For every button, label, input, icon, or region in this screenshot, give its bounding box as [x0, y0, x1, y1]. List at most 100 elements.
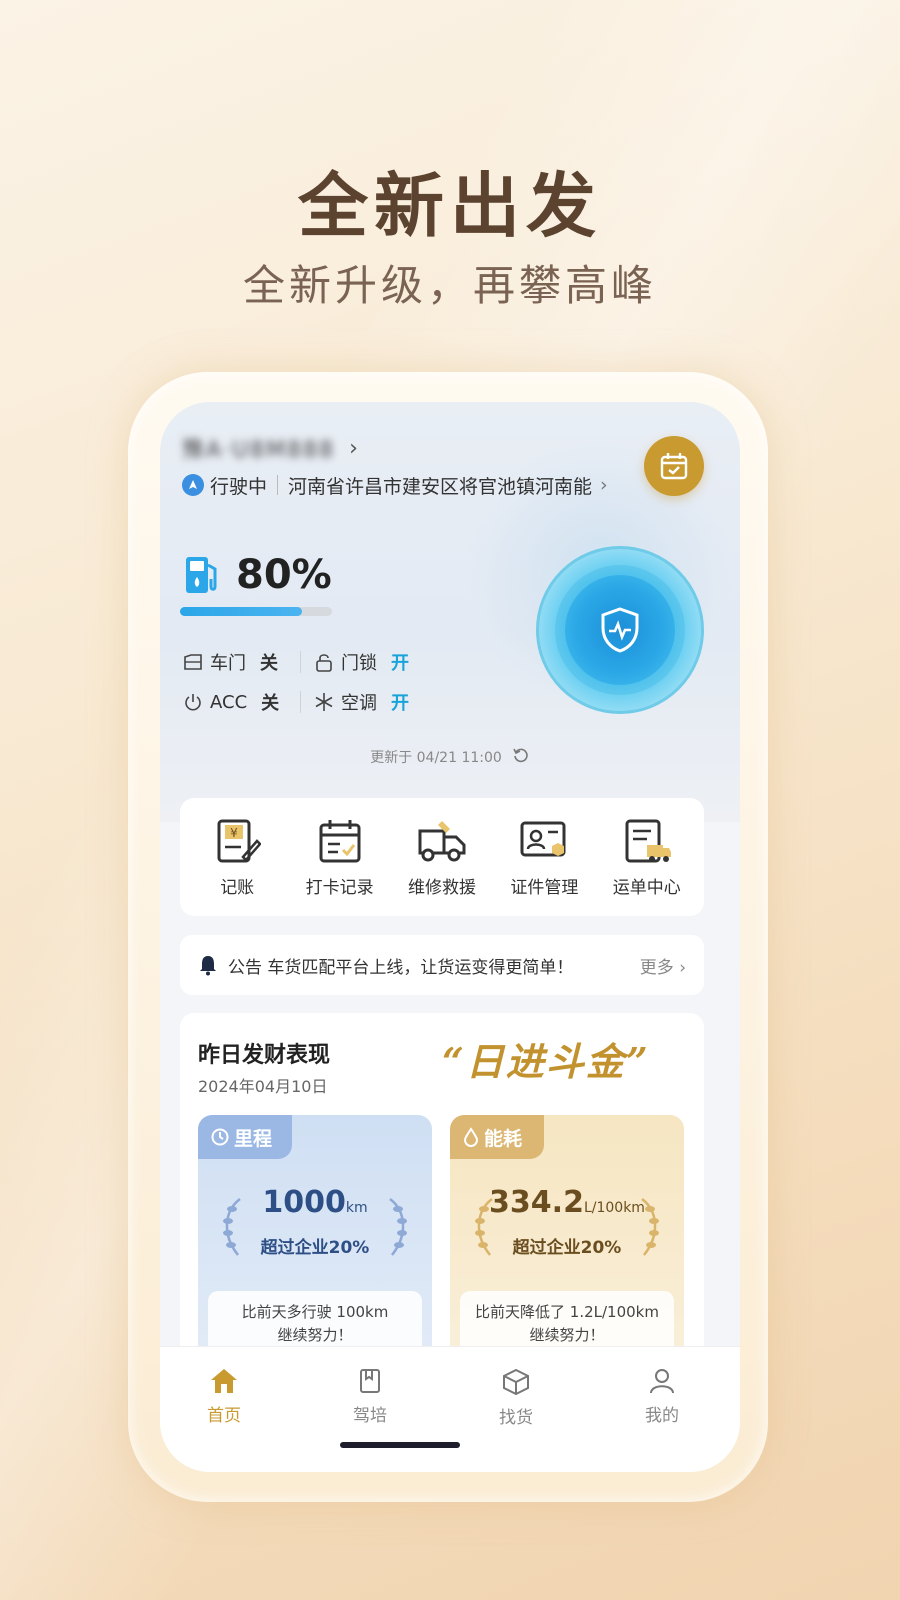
- id-card-icon: [520, 821, 566, 856]
- tab-find-goods[interactable]: 找货: [456, 1367, 576, 1428]
- more-label: 更多: [639, 957, 674, 978]
- calendar-check-icon: [319, 819, 361, 862]
- home-icon: [211, 1369, 237, 1393]
- promo-subline: 全新升级，再攀高峰: [242, 261, 657, 310]
- plate-number: 豫A·U8M888: [182, 438, 336, 463]
- energy-note-line2: 继续努力！: [529, 1326, 605, 1344]
- shield-inner: [565, 575, 675, 685]
- fuel-progress-fill: [180, 607, 302, 616]
- tab-training[interactable]: 驾培: [310, 1367, 430, 1426]
- tab-label: 驾培: [353, 1406, 387, 1426]
- promo-headline: 全新出发: [298, 165, 602, 247]
- book-icon: [360, 1369, 380, 1393]
- performance-motto: “日进斗金”: [442, 1039, 650, 1084]
- quick-actions-card: ¥ 记账 打卡记录 维修救援 证件管理 运单中心: [180, 798, 704, 916]
- tab-label: 找货: [499, 1408, 533, 1428]
- energy-value: 334.2: [489, 1185, 584, 1220]
- mileage-tag: 里程: [198, 1115, 292, 1159]
- vehicle-state-grid: 车门 关 门锁 开 ACC 关 空调 开: [182, 642, 442, 722]
- fuel-percent: 80%: [236, 552, 332, 598]
- checkin-calendar-button[interactable]: [644, 436, 704, 496]
- state-row: 车门 关 门锁 开: [182, 642, 442, 682]
- mileage-note-line1: 比前天多行驶 100km: [241, 1303, 389, 1321]
- car-door-icon: [182, 651, 204, 673]
- location-text: 河南省许昌市建安区将官池镇河南能: [288, 475, 593, 498]
- energy-tag-label: 能耗: [484, 1127, 523, 1150]
- chevron-right-icon: ›: [349, 435, 358, 461]
- quick-action-waybill[interactable]: 运单中心: [597, 817, 697, 898]
- calendar-check-icon: [660, 453, 688, 480]
- mileage-value-row: 1000km: [198, 1185, 432, 1220]
- mileage-value: 1000: [262, 1185, 346, 1220]
- tab-label: 首页: [207, 1406, 241, 1426]
- energy-note-line1: 比前天降低了 1.2L/100km: [475, 1303, 659, 1321]
- divider: [277, 475, 279, 495]
- tab-label: 我的: [645, 1406, 679, 1426]
- last-updated: 更新于 04/21 11:00: [160, 746, 740, 768]
- svg-text:¥: ¥: [230, 826, 238, 840]
- bottom-tab-bar: 首页 驾培 找货 我的: [160, 1346, 740, 1472]
- energy-value-row: 334.2L/100km: [450, 1185, 684, 1220]
- door-value: 关: [260, 653, 278, 674]
- ledger-icon: ¥: [217, 819, 262, 862]
- bell-icon: [200, 956, 216, 976]
- water-drop-icon: [463, 1127, 479, 1147]
- refresh-icon[interactable]: [512, 746, 530, 768]
- chevron-right-icon: ›: [600, 474, 608, 496]
- lock-open-icon: [313, 651, 335, 673]
- door-label: 车门: [210, 653, 246, 674]
- performance-date: 2024年04月10日: [198, 1077, 328, 1096]
- tab-profile[interactable]: 我的: [602, 1367, 722, 1426]
- truck-wrench-icon: [418, 820, 466, 861]
- quick-action-checkin[interactable]: 打卡记录: [290, 817, 390, 898]
- tab-home[interactable]: 首页: [164, 1367, 284, 1426]
- quick-action-repair[interactable]: 维修救援: [392, 817, 492, 898]
- acc-label: ACC: [210, 691, 248, 713]
- vehicle-safety-button[interactable]: [536, 546, 704, 714]
- location-row[interactable]: 行驶中 河南省许昌市建安区将官池镇河南能 ›: [182, 470, 608, 500]
- door-state: 车门 关: [182, 649, 300, 675]
- app-screen: 豫A·U8M888 › 行驶中 河南省许昌市建安区将官池镇河南能 › 80% 车…: [160, 402, 740, 1472]
- fuel-progress-bar: [180, 607, 332, 616]
- announcement-text: 公告 车货匹配平台上线，让货运变得更简单！: [228, 953, 640, 978]
- lock-state: 门锁 开: [313, 649, 431, 675]
- fuel-level: 80%: [182, 552, 332, 598]
- plate-selector[interactable]: 豫A·U8M888 ›: [182, 430, 358, 466]
- performance-title: 昨日发财表现: [198, 1043, 331, 1068]
- ac-label: 空调: [341, 693, 377, 714]
- mileage-rank: 超过企业20%: [260, 1238, 370, 1258]
- mileage-tag-label: 里程: [234, 1127, 273, 1150]
- energy-unit: L/100km: [583, 1200, 645, 1216]
- more-link[interactable]: 更多 ›: [640, 953, 686, 978]
- lock-label: 门锁: [341, 653, 377, 674]
- quick-action-label: 证件管理: [510, 877, 579, 898]
- updated-text: 更新于 04/21 11:00: [370, 750, 502, 766]
- lock-value: 开: [391, 653, 409, 674]
- quick-action-label: 记账: [220, 877, 255, 898]
- quick-action-documents[interactable]: 证件管理: [494, 817, 594, 898]
- state-row: ACC 关 空调 开: [182, 682, 442, 722]
- quick-action-label: 运单中心: [612, 877, 681, 898]
- divider: [300, 691, 301, 713]
- quick-action-label: 打卡记录: [305, 877, 374, 898]
- announcement-body: 车货匹配平台上线，让货运变得更简单！: [267, 957, 574, 978]
- quick-action-ledger[interactable]: ¥ 记账: [187, 817, 287, 898]
- quick-action-label: 维修救援: [407, 877, 476, 898]
- vehicle-hero: 豫A·U8M888 › 行驶中 河南省许昌市建安区将官池镇河南能 › 80% 车…: [160, 402, 740, 822]
- acc-state: ACC 关: [182, 689, 300, 715]
- snowflake-icon: [313, 691, 335, 713]
- acc-value: 关: [261, 693, 280, 714]
- user-icon: [650, 1369, 674, 1394]
- fuel-pump-icon: [186, 557, 217, 593]
- ac-value: 开: [391, 693, 409, 714]
- power-icon: [182, 691, 204, 713]
- announcement-prefix: 公告: [228, 957, 262, 978]
- energy-rank: 超过企业20%: [512, 1238, 622, 1258]
- ac-state: 空调 开: [313, 689, 431, 715]
- announcement-bar[interactable]: 公告 车货匹配平台上线，让货运变得更简单！ 更多 ›: [180, 935, 704, 995]
- box-icon: [503, 1368, 529, 1396]
- energy-tag: 能耗: [450, 1115, 544, 1159]
- home-indicator[interactable]: [340, 1442, 460, 1448]
- navigation-arrow-icon: [182, 474, 204, 496]
- divider: [300, 651, 301, 673]
